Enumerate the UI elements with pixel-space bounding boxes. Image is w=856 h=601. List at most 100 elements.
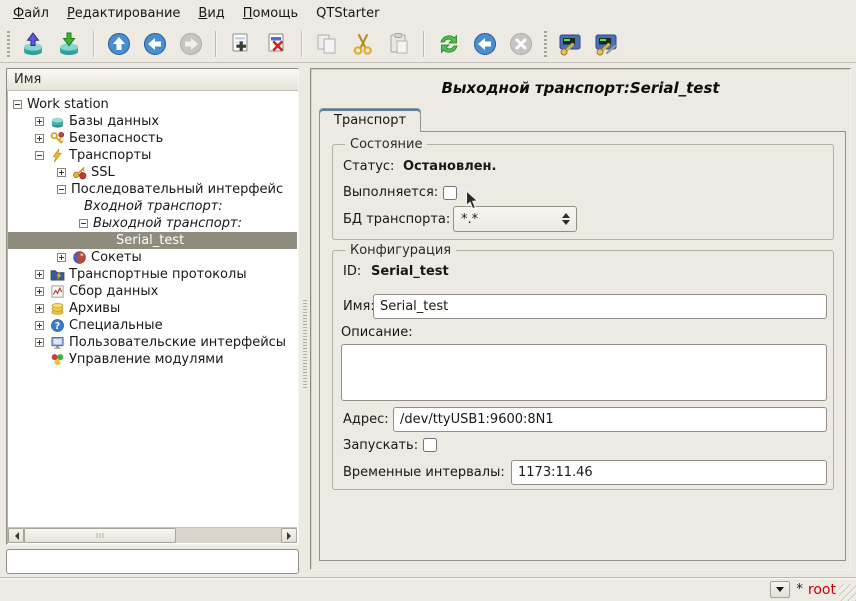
scrollbar-track[interactable] xyxy=(176,528,281,543)
data-acquisition-icon xyxy=(49,284,65,299)
menu-help[interactable]: Помощь xyxy=(234,2,307,25)
tree-item-special[interactable]: ? Специальные xyxy=(8,317,297,334)
tree-item-user-interfaces[interactable]: Пользовательские интерфейсы xyxy=(8,334,297,351)
toolbar-handle[interactable] xyxy=(5,31,12,57)
address-input[interactable] xyxy=(393,407,827,432)
copy-item-icon xyxy=(314,31,340,57)
user-interfaces-icon xyxy=(49,335,65,350)
to-start-checkbox[interactable] xyxy=(423,438,437,452)
expand-icon[interactable] xyxy=(57,253,66,262)
state-groupbox-legend: Состояние xyxy=(345,137,427,152)
current-user[interactable]: root xyxy=(808,582,836,598)
add-item-icon xyxy=(228,31,254,57)
expand-icon[interactable] xyxy=(35,270,44,279)
tree-item-module-management[interactable]: Управление модулями xyxy=(8,351,297,368)
tree-item-work-station[interactable]: Work station xyxy=(8,96,297,113)
tab-pane: Состояние Статус: Остановлен. Выполняетс… xyxy=(319,131,846,561)
menu-file[interactable]: Файл xyxy=(4,2,58,25)
delete-item-button[interactable] xyxy=(261,28,293,60)
tree-item-security[interactable]: Безопасность xyxy=(8,130,297,147)
tree-item-ssl[interactable]: SSL xyxy=(8,164,297,181)
expand-icon[interactable] xyxy=(35,304,44,313)
tree-item-transports[interactable]: Транспорты xyxy=(8,147,297,164)
expand-icon[interactable] xyxy=(35,338,44,347)
tree-search-input[interactable] xyxy=(6,549,299,574)
tree-item-label: Work station xyxy=(27,97,109,112)
cut-item-button[interactable] xyxy=(347,28,379,60)
scroll-right-button[interactable] xyxy=(281,528,297,543)
menu-edit[interactable]: Редактирование xyxy=(58,2,189,25)
collapse-icon[interactable] xyxy=(57,185,66,194)
stop-updating-button[interactable] xyxy=(505,28,537,60)
refresh-icon xyxy=(436,31,462,57)
databases-icon xyxy=(49,114,65,129)
add-item-button[interactable] xyxy=(225,28,257,60)
transports-icon xyxy=(49,148,65,163)
collapse-icon[interactable] xyxy=(79,219,88,228)
tree-item-output-transport[interactable]: Выходной транспорт: xyxy=(8,215,297,232)
tree-item-serial-interface[interactable]: Последовательный интерфейс xyxy=(8,181,297,198)
paste-item-button[interactable] xyxy=(383,28,415,60)
application-window: Файл Редактирование Вид Помощь QTStarter xyxy=(0,0,856,601)
qtcfg-configurator-icon xyxy=(557,31,583,57)
refresh-button[interactable] xyxy=(433,28,465,60)
expand-icon[interactable] xyxy=(35,134,44,143)
save-to-db-button[interactable] xyxy=(53,28,85,60)
tree-item-label: Сокеты xyxy=(91,250,142,265)
tree-item-label: Архивы xyxy=(69,301,120,316)
tree-item-archives[interactable]: Архивы xyxy=(8,300,297,317)
expand-icon[interactable] xyxy=(57,168,66,177)
back-button[interactable] xyxy=(139,28,171,60)
qtcfg-configurator-button[interactable] xyxy=(554,28,586,60)
qtcfg-configurator-alt-button[interactable] xyxy=(590,28,622,60)
toolbar xyxy=(0,26,856,63)
tree-item-label: Сбор данных xyxy=(69,284,158,299)
expand-icon[interactable] xyxy=(35,287,44,296)
menu-qtstarter[interactable]: QTStarter xyxy=(307,2,388,25)
collapse-icon[interactable] xyxy=(13,100,22,109)
modules-icon xyxy=(49,352,65,367)
panel-splitter[interactable] xyxy=(301,68,309,570)
id-value: Serial_test xyxy=(371,264,449,279)
scrollbar-thumb[interactable] xyxy=(24,528,176,543)
transport-db-combobox[interactable]: *.* xyxy=(453,206,577,232)
name-input[interactable] xyxy=(373,294,827,319)
tree-horizontal-scrollbar[interactable] xyxy=(8,527,297,543)
chevron-down-icon xyxy=(776,587,784,592)
tree-column-header[interactable]: Имя xyxy=(7,69,298,91)
start-updating-button[interactable] xyxy=(469,28,501,60)
forward-button[interactable] xyxy=(175,28,207,60)
special-icon: ? xyxy=(49,318,65,333)
description-textarea[interactable] xyxy=(341,344,827,401)
expand-icon[interactable] xyxy=(35,117,44,126)
tree-item-input-transport[interactable]: Входной транспорт: xyxy=(8,198,297,215)
expand-icon[interactable] xyxy=(35,321,44,330)
timings-input[interactable] xyxy=(511,460,827,485)
qtcfg-configurator-alt-icon xyxy=(593,31,619,57)
tab-transport[interactable]: Транспорт xyxy=(319,108,421,132)
tree-item-transport-protocols[interactable]: Транспортные протоколы xyxy=(8,266,297,283)
tree-item-data-acquisition[interactable]: Сбор данных xyxy=(8,283,297,300)
tree-panel: Имя Work station Базы данных Безопасност… xyxy=(6,68,299,545)
running-label: Выполняется: xyxy=(343,185,438,200)
toolbar-separator xyxy=(93,31,95,57)
resize-grip[interactable] xyxy=(839,584,856,601)
tree-item-serial-test[interactable]: Serial_test xyxy=(8,232,297,249)
scroll-left-button[interactable] xyxy=(8,528,24,543)
tree-item-databases[interactable]: Базы данных xyxy=(8,113,297,130)
menu-bar: Файл Редактирование Вид Помощь QTStarter xyxy=(0,0,856,26)
toolbar-handle[interactable] xyxy=(542,31,549,57)
up-level-button[interactable] xyxy=(103,28,135,60)
tree-item-sockets[interactable]: Сокеты xyxy=(8,249,297,266)
copy-item-button[interactable] xyxy=(311,28,343,60)
status-dropdown-button[interactable] xyxy=(770,581,790,598)
load-from-db-button[interactable] xyxy=(17,28,49,60)
modified-indicator: * xyxy=(796,582,803,597)
tree-item-label: Специальные xyxy=(69,318,163,333)
timings-label: Временные интервалы: xyxy=(343,465,505,480)
running-checkbox[interactable] xyxy=(443,186,457,200)
toolbar-separator xyxy=(423,31,425,57)
menu-view[interactable]: Вид xyxy=(189,2,233,25)
collapse-icon[interactable] xyxy=(35,151,44,160)
tree-item-label: Базы данных xyxy=(69,114,159,129)
